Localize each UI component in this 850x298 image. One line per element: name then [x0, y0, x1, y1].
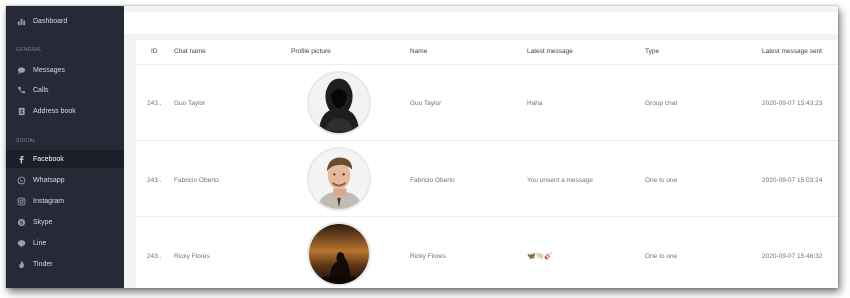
chats-table: ID Chat name Profile picture Name Latest… — [136, 40, 838, 288]
table-row[interactable]: 243.. Fabricio Oberto Fabricio Oberto Yo… — [136, 140, 838, 216]
cell-id: 243.. — [147, 253, 162, 260]
svg-text:S: S — [19, 220, 23, 226]
sidebar-item-instagram[interactable]: Instagram — [6, 192, 124, 210]
sidebar-item-line[interactable]: Line — [6, 234, 124, 252]
phone-icon — [16, 85, 26, 95]
sidebar-item-label: Calls — [33, 86, 49, 94]
column-header-name[interactable]: Name — [410, 48, 427, 55]
cell-chat-name: Ricky Flores — [174, 253, 210, 260]
column-header-latest-message-sent[interactable]: Latest message sent — [762, 48, 822, 55]
cell-latest-message-sent: 2020-09-07 15:46:32 — [762, 253, 823, 260]
profile-picture — [307, 147, 371, 211]
sidebar-item-address-book[interactable]: Address book — [6, 102, 124, 120]
address-book-icon — [16, 106, 26, 116]
sidebar-item-tinder[interactable]: Tinder — [6, 255, 124, 273]
profile-picture — [307, 71, 371, 135]
sidebar-item-calls[interactable]: Calls — [6, 81, 124, 99]
column-header-profile-picture[interactable]: Profile picture — [291, 48, 331, 55]
cell-type: Group chat — [645, 100, 678, 107]
top-bar — [124, 12, 838, 34]
sidebar-item-label: Line — [33, 239, 47, 247]
profile-picture — [307, 222, 371, 286]
sidebar-item-label: Dashboard — [33, 17, 68, 25]
sidebar: Dashboard GENERAL Messages Calls Address… — [6, 6, 124, 288]
section-title-general: GENERAL — [16, 47, 42, 53]
sidebar-item-skype[interactable]: S Skype — [6, 213, 124, 231]
column-header-id[interactable]: ID — [151, 48, 158, 55]
facebook-icon — [16, 154, 26, 164]
cell-chat-name: Guo Taylor — [174, 100, 206, 107]
sidebar-item-label: Whatsapp — [33, 176, 65, 184]
column-header-latest-message[interactable]: Latest message — [527, 48, 573, 55]
cell-type: One to one — [645, 253, 678, 260]
cell-id: 243.. — [147, 177, 162, 184]
skype-icon: S — [16, 217, 26, 227]
table-row[interactable]: 243.. Guo Taylor Guo Taylor Haha Group c… — [136, 64, 838, 140]
sidebar-item-facebook[interactable]: Facebook — [6, 150, 124, 168]
cell-latest-message-sent: 2020-09-07 15:03:24 — [762, 177, 823, 184]
cell-type: One to one — [645, 177, 678, 184]
sidebar-item-whatsapp[interactable]: Whatsapp — [6, 171, 124, 189]
sidebar-item-label: Facebook — [33, 155, 64, 163]
sidebar-item-label: Instagram — [33, 197, 65, 205]
instagram-icon — [16, 196, 26, 206]
cell-latest-message-sent: 2020-09-07 15:43:23 — [762, 100, 823, 107]
sidebar-item-dashboard[interactable]: Dashboard — [6, 12, 124, 30]
column-header-type[interactable]: Type — [645, 48, 659, 55]
section-title-social: SOCIAL — [16, 138, 37, 144]
table-row[interactable]: 243.. Ricky Flores Ricky Flores 🦋🐚🎸 One … — [136, 216, 838, 288]
cell-name: Guo Taylor — [410, 100, 442, 107]
cell-latest-message: Haha — [527, 100, 543, 107]
cell-chat-name: Fabricio Oberto — [174, 177, 219, 184]
line-icon — [16, 238, 26, 248]
cell-latest-message: You unsent a message — [527, 177, 593, 184]
cell-latest-message: 🦋🐚🎸 — [527, 253, 554, 260]
cell-name: Ricky Flores — [410, 253, 446, 260]
cell-name: Fabricio Oberto — [410, 177, 455, 184]
sidebar-item-messages[interactable]: Messages — [6, 61, 124, 79]
message-icon — [16, 65, 26, 75]
whatsapp-icon — [16, 175, 26, 185]
tinder-icon — [16, 259, 26, 269]
dashboard-icon — [16, 16, 26, 26]
app-window: Dashboard GENERAL Messages Calls Address… — [6, 6, 838, 288]
column-header-chat-name[interactable]: Chat name — [174, 48, 206, 55]
main-content: ID Chat name Profile picture Name Latest… — [124, 6, 838, 288]
sidebar-item-label: Messages — [33, 66, 65, 74]
sidebar-item-label: Tinder — [33, 260, 53, 268]
cell-id: 243.. — [147, 100, 162, 107]
sidebar-item-label: Address book — [33, 107, 76, 115]
sidebar-item-label: Skype — [33, 218, 53, 226]
